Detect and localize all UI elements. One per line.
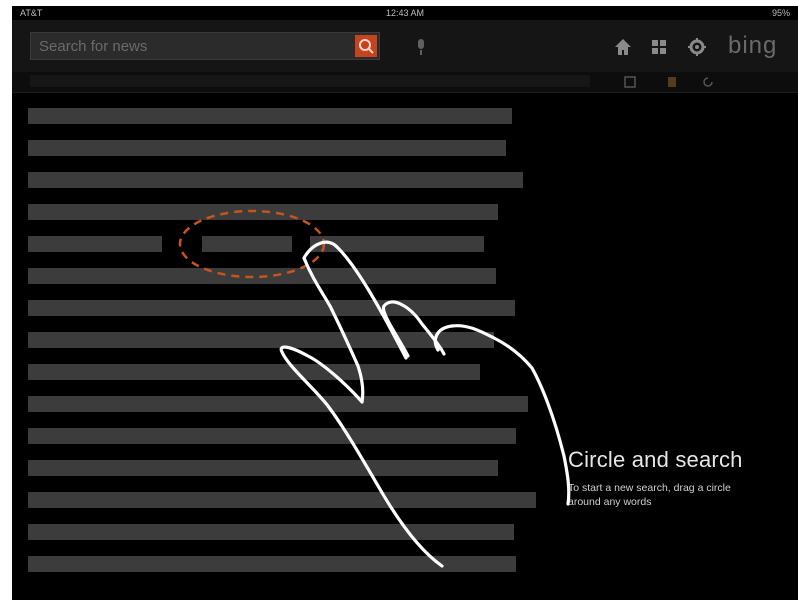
circle-gesture [178,209,326,279]
hand-outline-icon [279,240,571,568]
gesture-overlay [178,209,571,568]
app-screen: AT&T 12:43 AM 95% Search for news bing C… [12,6,798,600]
